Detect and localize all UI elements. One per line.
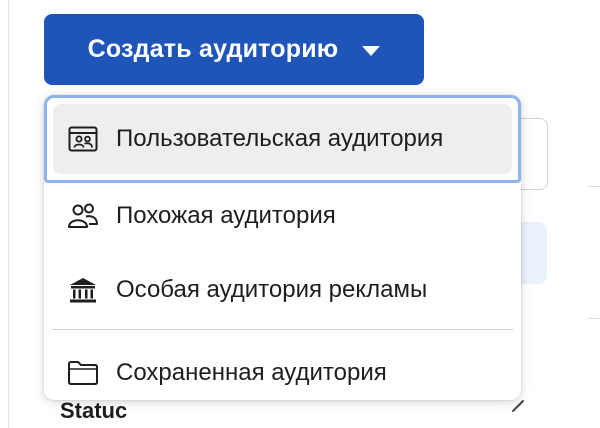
folder-icon bbox=[66, 356, 100, 390]
bank-building-icon bbox=[66, 273, 100, 307]
create-audience-button-label: Создать аудиторию bbox=[87, 35, 339, 63]
menu-item-label: Пользовательская аудитория bbox=[116, 125, 444, 152]
people-icon bbox=[66, 199, 100, 233]
custom-audience-icon bbox=[66, 122, 100, 156]
menu-item-lookalike-audience[interactable]: Похожая аудитория bbox=[44, 183, 521, 249]
menu-divider bbox=[52, 329, 513, 330]
create-audience-dropdown-menu: Пользовательская аудитория Похожая аудит… bbox=[44, 95, 521, 400]
caret-down-icon bbox=[362, 46, 381, 56]
background-divider bbox=[588, 318, 600, 319]
menu-item-custom-audience[interactable]: Пользовательская аудитория bbox=[44, 95, 521, 183]
page-border bbox=[8, 0, 9, 428]
menu-item-saved-audience[interactable]: Сохраненная аудитория bbox=[44, 341, 521, 405]
background-divider bbox=[588, 186, 600, 187]
menu-item-label: Сохраненная аудитория bbox=[116, 359, 387, 386]
menu-item-special-ad-audience[interactable]: Особая аудитория рекламы bbox=[44, 257, 521, 323]
menu-item-label: Особая аудитория рекламы bbox=[116, 276, 428, 303]
create-audience-button[interactable]: Создать аудиторию bbox=[44, 14, 424, 85]
menu-item-label: Похожая аудитория bbox=[116, 202, 336, 229]
